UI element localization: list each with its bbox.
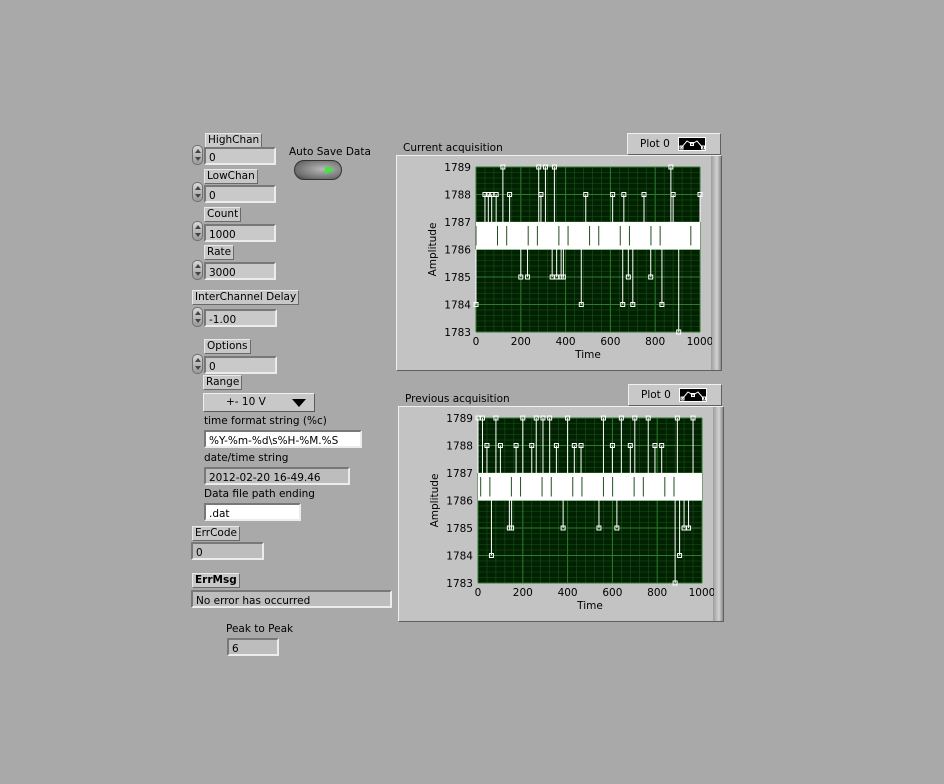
peak-to-peak-display: 6	[227, 638, 279, 656]
x-tick-label: 800	[645, 336, 665, 348]
current-plot-legend[interactable]: Plot 0	[627, 133, 721, 155]
x-axis-label: Time	[574, 349, 601, 361]
x-tick-label: 400	[558, 587, 578, 599]
interchannel-delay-input[interactable]: -1.00	[204, 309, 277, 327]
x-tick-label: 600	[602, 587, 622, 599]
chevron-down-icon[interactable]	[292, 399, 306, 407]
x-tick-label: 1000	[687, 336, 712, 348]
range-label: Range	[203, 375, 243, 390]
rate-increment-decrement[interactable]	[192, 260, 203, 280]
y-tick-label: 1784	[444, 300, 471, 312]
plot-style-icon[interactable]	[678, 137, 706, 151]
y-tick-label: 1784	[446, 551, 473, 563]
y-tick-label: 1785	[446, 523, 473, 535]
options-input[interactable]: 0	[204, 356, 277, 374]
y-tick-label: 1783	[446, 578, 473, 590]
time-format-label: time format string (%c)	[204, 415, 327, 427]
datetime-display: 2012-02-20 16-49.46	[204, 467, 350, 485]
peak-to-peak-label: Peak to Peak	[226, 623, 294, 635]
data-file-path-input[interactable]: .dat	[204, 503, 301, 521]
rate-label: Rate	[204, 245, 235, 260]
highchan-increment-decrement[interactable]	[192, 145, 203, 165]
y-tick-label: 1788	[444, 190, 471, 202]
count-input[interactable]: 1000	[204, 224, 276, 242]
y-tick-label: 1788	[446, 441, 473, 453]
x-tick-label: 0	[475, 587, 482, 599]
x-tick-label: 800	[647, 587, 667, 599]
y-tick-label: 1789	[444, 162, 471, 174]
count-label: Count	[204, 207, 242, 222]
datetime-label: date/time string	[204, 452, 289, 464]
options-label: Options	[204, 339, 251, 354]
x-tick-label: 1000	[689, 587, 714, 599]
errcode-display: 0	[191, 542, 264, 560]
interchannel-delay-increment-decrement[interactable]	[192, 307, 203, 327]
time-format-input[interactable]: %Y-%m-%d\s%H-%M.%S	[204, 430, 362, 448]
y-tick-label: 1786	[444, 245, 471, 257]
previous-acquisition-chart: 0 200 400 600 800 1000 1789 1788 1787 1786 1785 178…	[429, 413, 714, 612]
plot-style-icon[interactable]	[679, 388, 707, 402]
lowchan-label: LowChan	[204, 169, 258, 184]
data-band	[476, 222, 700, 250]
y-tick-label: 1787	[444, 217, 471, 229]
x-tick-label: 200	[513, 587, 533, 599]
y-tick-label: 1785	[444, 272, 471, 284]
current-acquisition-title: Current acquisition	[403, 142, 503, 154]
x-tick-label: 200	[511, 336, 531, 348]
current-acquisition-chart: 0 200 400 600 800 1000 1789 1788 1787 1786 1785 178…	[427, 162, 712, 361]
auto-save-label: Auto Save Data	[289, 146, 371, 158]
errmsg-label: ErrMsg	[192, 573, 240, 588]
auto-save-led[interactable]	[294, 160, 342, 180]
legend-plot-name: Plot 0	[640, 138, 670, 150]
highchan-input[interactable]: 0	[204, 147, 276, 165]
x-tick-label: 600	[600, 336, 620, 348]
interchannel-delay-label: InterChannel Delay	[192, 290, 300, 305]
count-increment-decrement[interactable]	[192, 221, 203, 241]
graph-scrollbar[interactable]	[713, 407, 723, 621]
lowchan-increment-decrement[interactable]	[192, 182, 203, 202]
graph-scrollbar[interactable]	[711, 156, 721, 370]
range-dropdown[interactable]: +- 10 V	[203, 393, 315, 412]
highchan-label: HighChan	[205, 133, 263, 148]
rate-input[interactable]: 3000	[204, 262, 276, 280]
x-tick-label: 400	[556, 336, 576, 348]
data-file-path-label: Data file path ending	[204, 488, 315, 500]
range-value: +- 10 V	[226, 396, 266, 408]
y-tick-label: 1789	[446, 413, 473, 425]
y-axis-label: Amplitude	[429, 474, 441, 528]
errcode-label: ErrCode	[192, 526, 240, 541]
y-tick-label: 1786	[446, 496, 473, 508]
legend-plot-name: Plot 0	[641, 389, 671, 401]
lowchan-input[interactable]: 0	[204, 185, 276, 203]
errmsg-display: No error has occurred	[191, 590, 392, 608]
previous-plot-legend[interactable]: Plot 0	[628, 384, 722, 406]
options-increment-decrement[interactable]	[192, 354, 203, 374]
previous-acquisition-title: Previous acquisition	[405, 393, 510, 405]
y-tick-label: 1783	[444, 327, 471, 339]
x-axis-label: Time	[576, 600, 603, 612]
x-tick-label: 0	[473, 336, 480, 348]
led-indicator-icon	[325, 166, 335, 174]
y-tick-label: 1787	[446, 468, 473, 480]
y-axis-label: Amplitude	[427, 223, 439, 277]
